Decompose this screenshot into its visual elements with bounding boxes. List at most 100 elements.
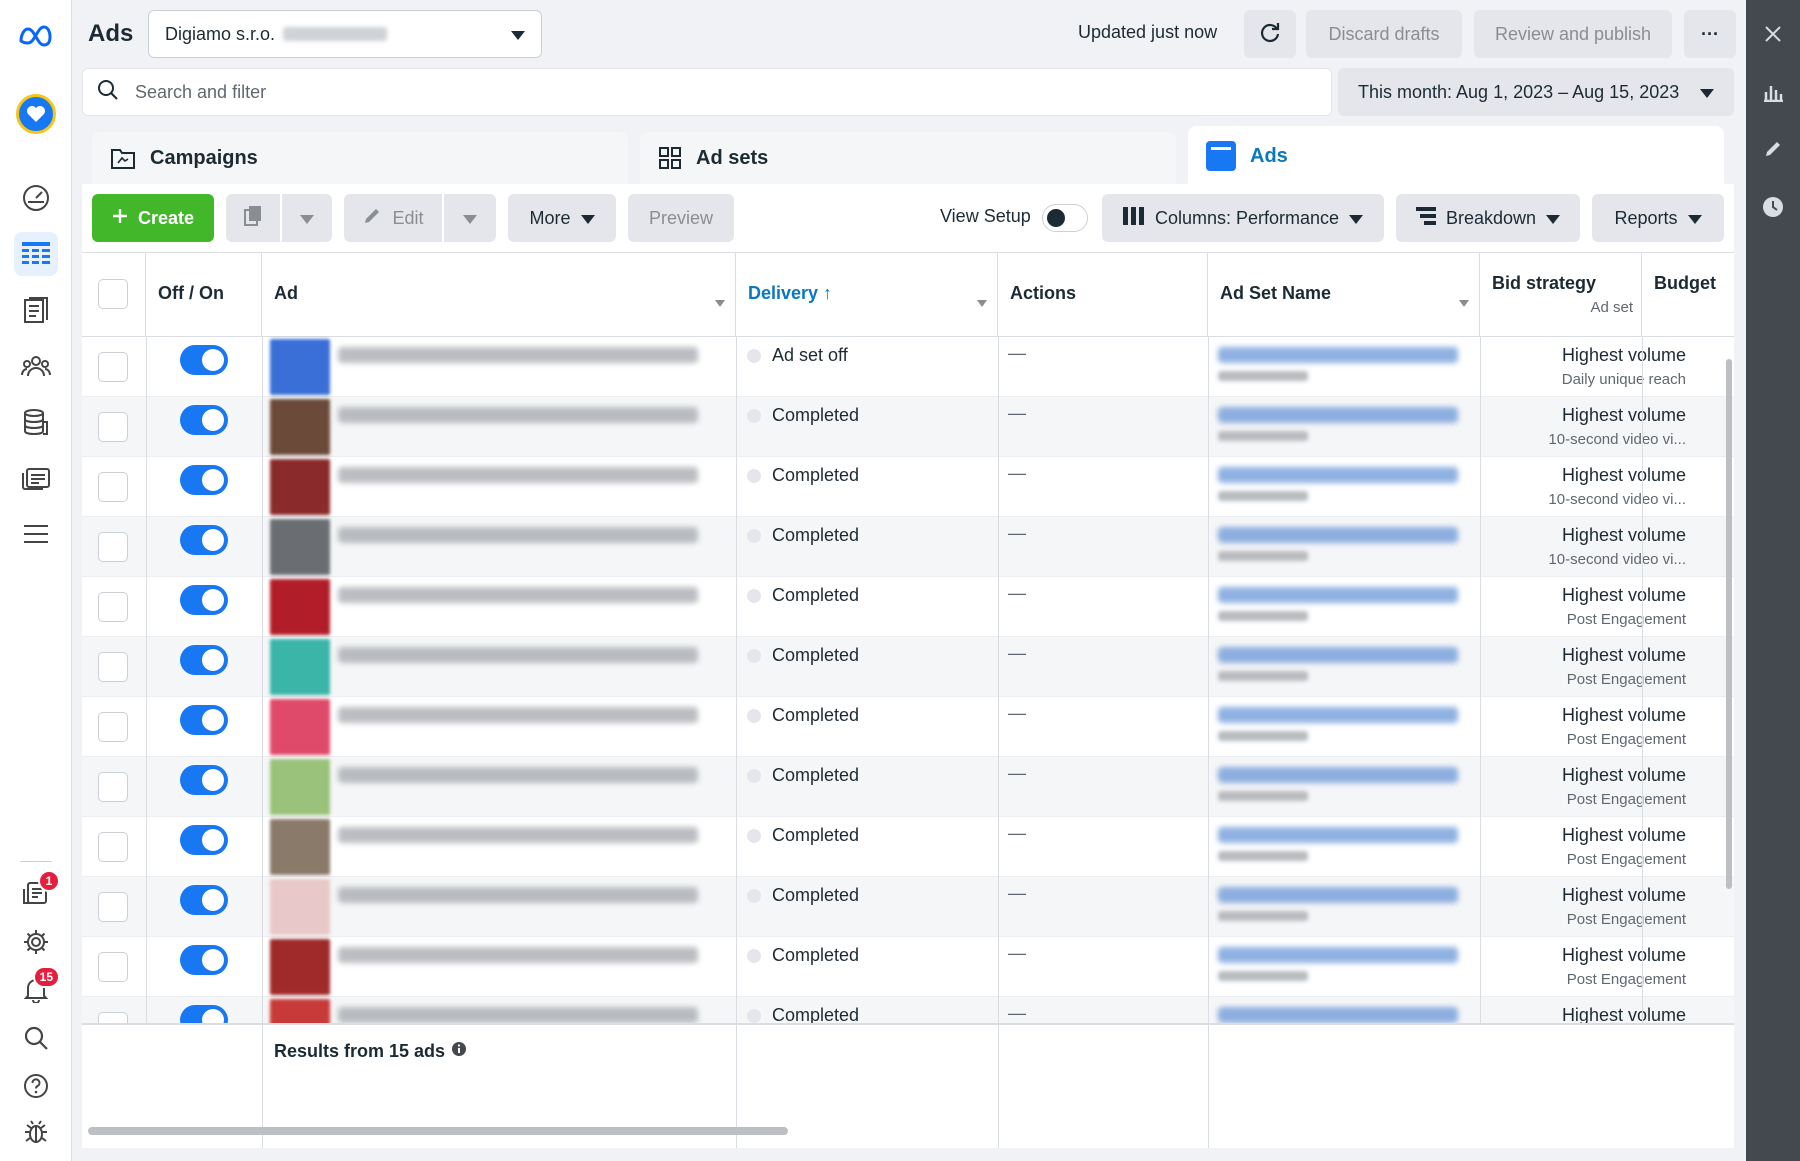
column-header-delivery[interactable]: Delivery ↑ (736, 253, 998, 337)
create-button[interactable]: Create (92, 194, 214, 242)
select-all-checkbox[interactable] (98, 279, 128, 309)
ad-on-off-toggle[interactable] (180, 345, 228, 375)
row-checkbox[interactable] (98, 652, 128, 682)
ad-on-off-toggle[interactable] (180, 405, 228, 435)
search-bar[interactable] (82, 68, 1332, 116)
ad-set-name-link[interactable] (1218, 407, 1458, 423)
row-checkbox[interactable] (98, 592, 128, 622)
preview-button[interactable]: Preview (628, 194, 734, 242)
ad-set-name-link[interactable] (1218, 707, 1458, 723)
table-row[interactable]: Completed — Highest volume Post Engagement (82, 877, 1734, 937)
ad-on-off-toggle[interactable] (180, 825, 228, 855)
ad-thumbnail[interactable] (270, 699, 330, 755)
help-icon[interactable] (14, 1064, 58, 1108)
ad-on-off-toggle[interactable] (180, 525, 228, 555)
edit-pencil-icon[interactable] (1759, 135, 1787, 163)
search-icon[interactable] (14, 1016, 58, 1060)
account-avatar[interactable] (14, 92, 58, 136)
discard-drafts-button[interactable]: Discard drafts (1306, 10, 1462, 58)
reports-button[interactable]: Reports (1592, 194, 1724, 242)
table-row[interactable]: Completed — Highest volume Post Engagement (82, 637, 1734, 697)
table-row[interactable]: Completed — Highest volume Post Engagement (82, 817, 1734, 877)
audiences-icon[interactable] (14, 344, 58, 388)
ad-name-redacted[interactable] (338, 1007, 698, 1023)
ad-on-off-toggle[interactable] (180, 585, 228, 615)
breakdown-button[interactable]: Breakdown (1396, 194, 1580, 242)
table-row[interactable]: Completed — Highest volume Post Engagement (82, 697, 1734, 757)
ads-manager-table-icon[interactable] (14, 232, 58, 276)
columns-button[interactable]: Columns: Performance (1102, 194, 1384, 242)
ad-thumbnail[interactable] (270, 399, 330, 455)
row-checkbox[interactable] (98, 532, 128, 562)
column-header-bid[interactable]: Bid strategy Ad set (1480, 253, 1642, 337)
ad-set-name-link[interactable] (1218, 587, 1458, 603)
ad-name-redacted[interactable] (338, 647, 698, 663)
ad-set-name-link[interactable] (1218, 767, 1458, 783)
edit-dropdown-button[interactable] (444, 194, 496, 242)
ad-name-redacted[interactable] (338, 887, 698, 903)
ad-thumbnail[interactable] (270, 819, 330, 875)
pages-icon[interactable] (14, 288, 58, 332)
ad-name-redacted[interactable] (338, 467, 698, 483)
row-checkbox[interactable] (98, 472, 128, 502)
row-checkbox[interactable] (98, 712, 128, 742)
search-input[interactable] (135, 81, 1035, 103)
column-header-adset[interactable]: Ad Set Name (1208, 253, 1480, 337)
row-checkbox[interactable] (98, 892, 128, 922)
catalog-icon[interactable] (14, 456, 58, 500)
ad-name-redacted[interactable] (338, 587, 698, 603)
row-checkbox[interactable] (98, 832, 128, 862)
table-row[interactable]: Completed — Highest volume Post Engagement (82, 577, 1734, 637)
ad-thumbnail[interactable] (270, 639, 330, 695)
ad-thumbnail[interactable] (270, 579, 330, 635)
info-icon[interactable] (451, 1041, 467, 1062)
ad-set-name-link[interactable] (1218, 347, 1458, 363)
row-checkbox[interactable] (98, 412, 128, 442)
tab-campaigns[interactable]: Campaigns (92, 132, 628, 184)
ad-on-off-toggle[interactable] (180, 885, 228, 915)
ad-set-name-link[interactable] (1218, 947, 1458, 963)
account-selector[interactable]: Digiamo s.r.o. (148, 10, 542, 58)
ad-on-off-toggle[interactable] (180, 645, 228, 675)
ad-set-name-link[interactable] (1218, 887, 1458, 903)
table-row[interactable]: Completed — Highest volume Post Engagement (82, 757, 1734, 817)
tab-ad-sets[interactable]: Ad sets (640, 132, 1176, 184)
bar-chart-icon[interactable] (1759, 78, 1787, 106)
more-button[interactable]: More (508, 194, 616, 242)
view-setup-toggle[interactable] (1042, 204, 1088, 232)
ad-set-name-link[interactable] (1218, 827, 1458, 843)
column-header-ad[interactable]: Ad (262, 253, 736, 337)
tab-ads[interactable]: Ads (1188, 126, 1724, 186)
ad-thumbnail[interactable] (270, 339, 330, 395)
column-header-budget[interactable]: Budget (1642, 253, 1734, 337)
row-checkbox[interactable] (98, 772, 128, 802)
more-options-button[interactable]: ··· (1684, 10, 1736, 58)
column-header-onoff[interactable]: Off / On (146, 253, 262, 337)
date-range-picker[interactable]: This month: Aug 1, 2023 – Aug 15, 2023 (1338, 68, 1734, 116)
settings-gear-icon[interactable] (14, 920, 58, 964)
duplicate-button[interactable] (226, 194, 280, 242)
ad-name-redacted[interactable] (338, 347, 698, 363)
notifications-bell-icon[interactable]: 15 (14, 966, 60, 1012)
ad-on-off-toggle[interactable] (180, 945, 228, 975)
duplicate-dropdown-button[interactable] (282, 194, 332, 242)
refresh-button[interactable] (1244, 10, 1296, 58)
table-row[interactable]: Completed — Highest volume 10-second video … (82, 397, 1734, 457)
ad-name-redacted[interactable] (338, 527, 698, 543)
ad-set-name-link[interactable] (1218, 527, 1458, 543)
billing-icon[interactable] (14, 400, 58, 444)
dashboard-icon[interactable] (14, 176, 58, 220)
ad-name-redacted[interactable] (338, 767, 698, 783)
ad-name-redacted[interactable] (338, 407, 698, 423)
close-icon[interactable] (1759, 20, 1787, 48)
ad-thumbnail[interactable] (270, 459, 330, 515)
ad-thumbnail[interactable] (270, 519, 330, 575)
ad-set-name-link[interactable] (1218, 647, 1458, 663)
ad-on-off-toggle[interactable] (180, 765, 228, 795)
ad-name-redacted[interactable] (338, 947, 698, 963)
table-row[interactable]: Completed — Highest volume 10-second video … (82, 517, 1734, 577)
ad-name-redacted[interactable] (338, 707, 698, 723)
ad-thumbnail[interactable] (270, 939, 330, 995)
review-and-publish-button[interactable]: Review and publish (1474, 10, 1672, 58)
table-row[interactable]: Ad set off — Highest volume Daily unique re… (82, 337, 1734, 397)
